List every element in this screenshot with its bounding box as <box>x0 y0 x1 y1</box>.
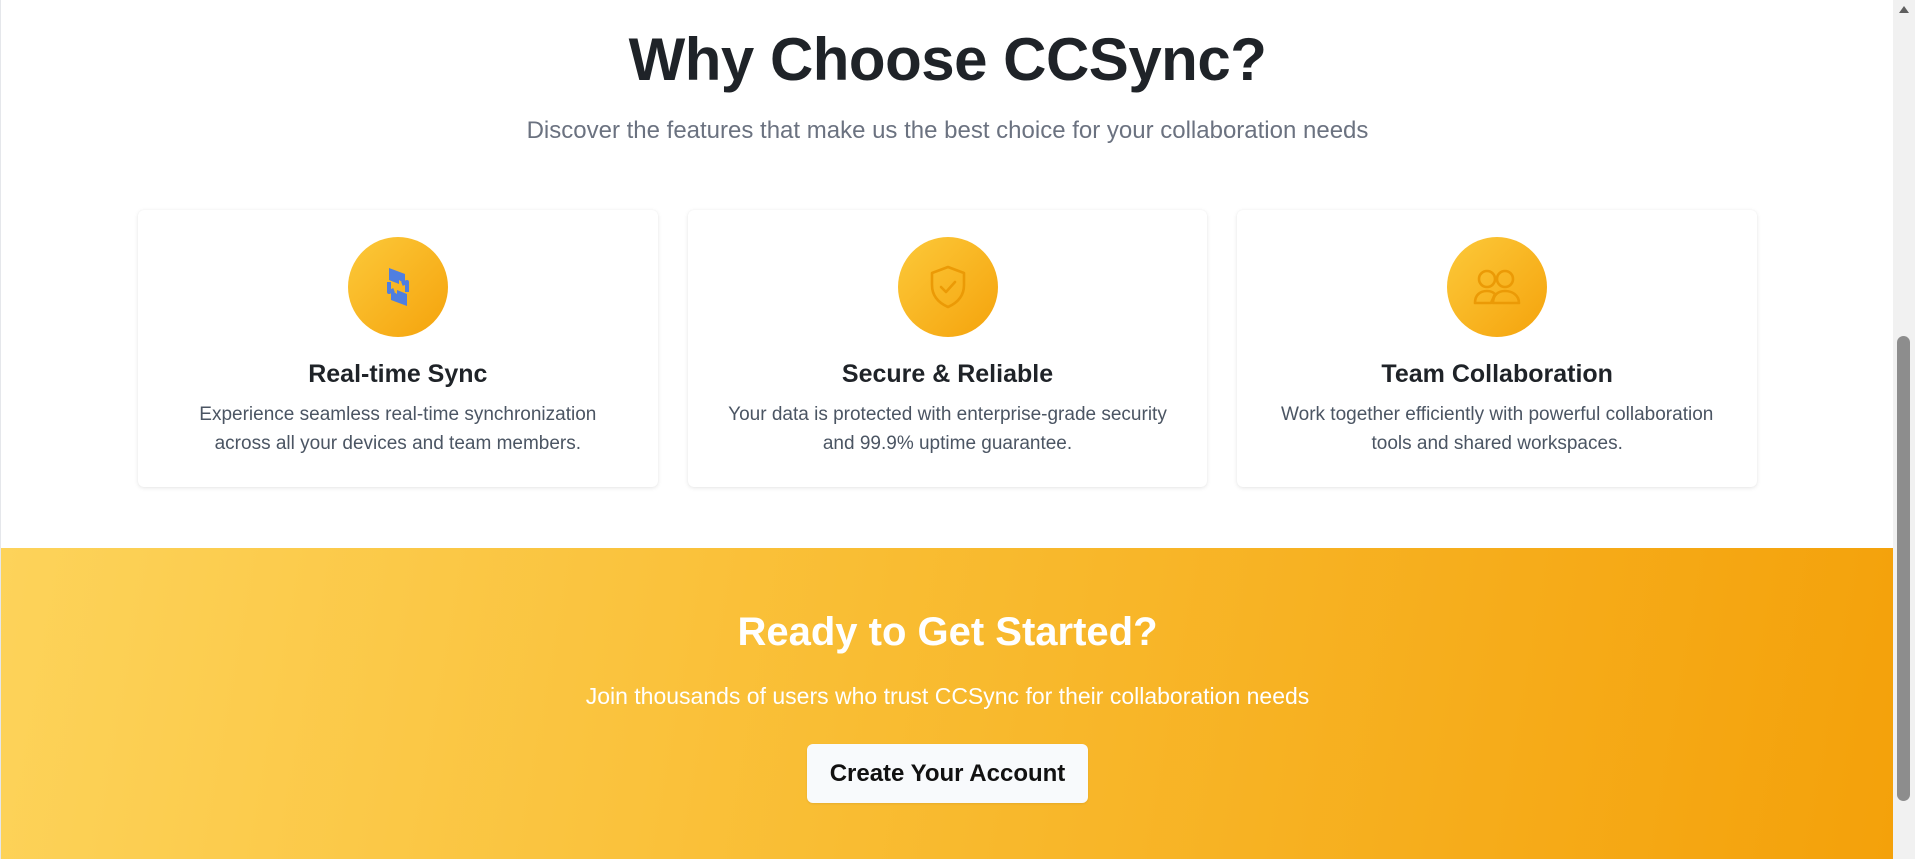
page: Why Choose CCSync? Discover the features… <box>0 0 1894 859</box>
shield-check-icon <box>930 265 965 309</box>
users-icon <box>1473 269 1521 305</box>
feature-card-team-collaboration: Team Collaboration Work together efficie… <box>1237 210 1758 487</box>
feature-icon-badge <box>897 237 998 337</box>
feature-icon-badge <box>1447 237 1548 337</box>
cta-section: Ready to Get Started? Join thousands of … <box>1 548 1894 859</box>
feature-description: Your data is protected with enterprise-g… <box>728 404 1167 454</box>
create-account-button[interactable]: Create Your Account <box>807 744 1088 803</box>
features-section: Why Choose CCSync? Discover the features… <box>1 0 1894 548</box>
feature-cards: Real-time Sync Experience seamless real-… <box>138 210 1758 487</box>
features-title: Why Choose CCSync? <box>628 26 1267 93</box>
features-subtitle: Discover the features that make us the b… <box>526 117 1369 144</box>
sync-icon <box>386 268 409 306</box>
feature-title: Secure & Reliable <box>841 360 1054 388</box>
feature-description: Experience seamless real-time synchroniz… <box>199 404 597 454</box>
feature-description: Work together efficiently with powerful … <box>1281 404 1714 454</box>
scrollbar-thumb[interactable] <box>1897 336 1910 801</box>
cta-title: Ready to Get Started? <box>737 610 1158 654</box>
feature-card-realtime-sync: Real-time Sync Experience seamless real-… <box>138 210 658 487</box>
cta-subtitle: Join thousands of users who trust CCSync… <box>585 683 1310 709</box>
feature-card-secure-reliable: Secure & Reliable Your data is protected… <box>687 210 1208 487</box>
feature-title: Team Collaboration <box>1381 360 1613 388</box>
feature-icon-badge <box>347 237 448 337</box>
feature-title: Real-time Sync <box>308 360 488 388</box>
vertical-scrollbar[interactable] <box>1893 0 1915 859</box>
scroll-up-arrow-icon[interactable] <box>1899 6 1909 13</box>
